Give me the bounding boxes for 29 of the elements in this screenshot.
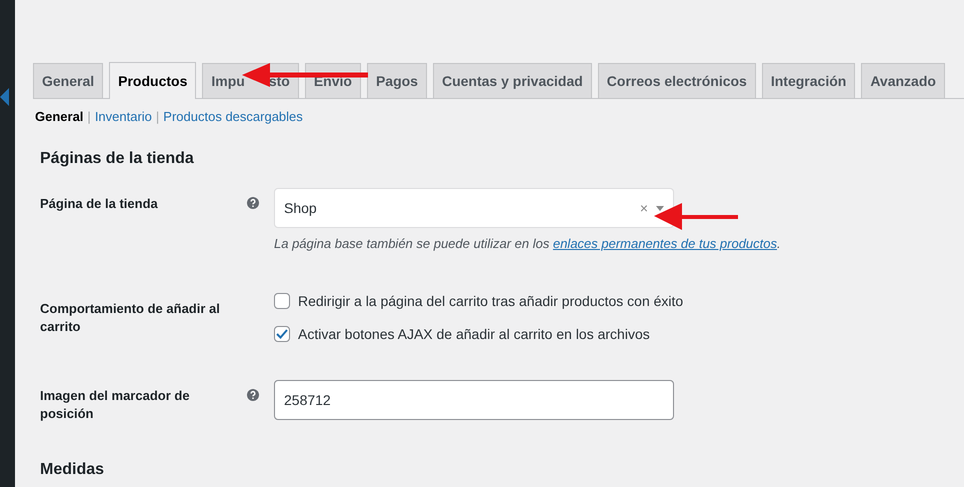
checkbox[interactable] bbox=[274, 293, 290, 309]
tab[interactable]: Pagos bbox=[366, 63, 427, 98]
dropdown-caret-icon bbox=[656, 206, 664, 210]
permalinks-link[interactable]: enlaces permanentes de tus productos bbox=[552, 236, 777, 251]
tab-label-fragment: sto bbox=[268, 73, 290, 89]
checkbox[interactable] bbox=[274, 326, 290, 342]
tab[interactable]: Avanzado bbox=[861, 63, 945, 98]
shop-page-select[interactable]: Shop × bbox=[274, 188, 674, 228]
input-field[interactable]: 258712 bbox=[274, 380, 674, 420]
section-title: Medidas bbox=[40, 461, 106, 479]
checkbox-label: Redirigir a la página del carrito tras añadir productos con éxito bbox=[298, 293, 684, 309]
section-title: Páginas de la tienda bbox=[40, 150, 195, 168]
tab[interactable]: Integración bbox=[762, 63, 856, 98]
clear-icon[interactable]: × bbox=[640, 200, 648, 216]
subnav-link[interactable]: Inventario bbox=[94, 109, 152, 124]
subnav-link[interactable]: Productos descargables bbox=[163, 109, 303, 124]
field-description: La página base también se puede utilizar en los enlaces permanentes de tus productos. bbox=[274, 235, 781, 253]
field-label: Comportamiento de añadir al carrito bbox=[40, 300, 221, 336]
field-label: Página de la tienda bbox=[40, 195, 159, 213]
tab[interactable]: Cuentas y privacidad bbox=[432, 63, 592, 98]
field-label: Imagen del marcador de posición bbox=[40, 387, 191, 423]
subnav-link[interactable]: General bbox=[35, 109, 84, 124]
chevron-icon bbox=[0, 88, 9, 106]
tab[interactable]: Correos electrónicos bbox=[598, 63, 756, 98]
separator: | bbox=[87, 109, 91, 124]
tab[interactable]: General bbox=[33, 63, 104, 98]
separator: | bbox=[156, 109, 160, 124]
tab[interactable]: Productos bbox=[109, 62, 196, 99]
checkbox-label: Activar botones AJAX de añadir al carrito en los archivos bbox=[298, 326, 650, 342]
